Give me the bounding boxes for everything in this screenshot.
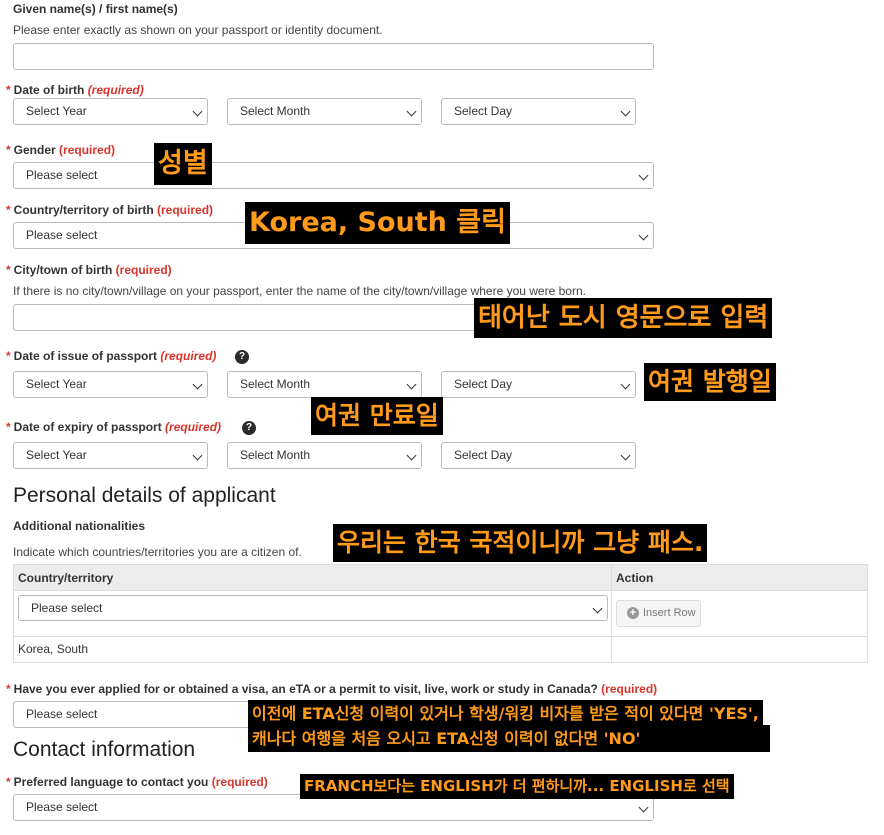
issue-month-select[interactable]: Select Month — [227, 371, 422, 398]
chevron-down-icon — [406, 106, 417, 117]
dob-day-select[interactable]: Select Day — [441, 98, 636, 125]
chevron-down-icon — [592, 603, 603, 614]
table-cell-country: Korea, South — [14, 637, 612, 662]
expiry-year-select[interactable]: Select Year — [13, 442, 208, 469]
help-question-icon[interactable]: ? — [242, 421, 256, 435]
column-header-country: Country/territory — [14, 565, 612, 590]
city-birth-help: If there is no city/town/village on your… — [13, 284, 586, 298]
column-header-action: Action — [616, 571, 654, 585]
annotation-country: Korea, South 클릭 — [245, 202, 510, 244]
additional-nationalities-label: Additional nationalities — [13, 519, 146, 533]
gender-select[interactable]: Please select — [13, 162, 654, 189]
expiry-day-select[interactable]: Select Day — [441, 442, 636, 469]
chevron-down-icon — [620, 379, 631, 390]
chevron-down-icon — [620, 106, 631, 117]
city-birth-label: * City/town of birth (required) — [6, 263, 172, 277]
plus-circle-icon: + — [627, 607, 639, 619]
table-header: Country/territory Action — [14, 565, 867, 591]
insert-row-button[interactable]: + Insert Row — [616, 600, 701, 627]
dob-year-select[interactable]: Select Year — [13, 98, 208, 125]
dob-label: * Date of birth (required) — [6, 83, 144, 97]
given-names-input[interactable] — [13, 43, 654, 70]
chevron-down-icon — [638, 802, 649, 813]
chevron-down-icon — [192, 450, 203, 461]
help-question-icon[interactable]: ? — [235, 350, 249, 364]
table-row: Please select + Insert Row — [14, 591, 867, 637]
chevron-down-icon — [620, 450, 631, 461]
annotation-gender: 성별 — [154, 143, 212, 185]
chevron-down-icon — [406, 379, 417, 390]
expiry-date-label: * Date of expiry of passport (required) — [6, 420, 222, 434]
issue-year-select[interactable]: Select Year — [13, 371, 208, 398]
gender-label: * Gender (required) — [6, 143, 116, 157]
country-birth-label: * Country/territory of birth (required) — [6, 203, 214, 217]
personal-details-heading: Personal details of applicant — [13, 484, 276, 507]
annotation-issue: 여권 발행일 — [644, 363, 776, 401]
chevron-down-icon — [406, 450, 417, 461]
issue-day-select[interactable]: Select Day — [441, 371, 636, 398]
table-row: Korea, South — [14, 637, 867, 662]
annotation-nationality: 우리는 한국 국적이니까 그냥 패스. — [333, 524, 708, 562]
annotation-visa-line2: 캐나다 여행을 처음 오시고 ETA신청 이력이 없다면 'NO' — [248, 725, 771, 752]
dob-month-select[interactable]: Select Month — [227, 98, 422, 125]
contact-heading: Contact information — [13, 738, 196, 761]
issue-date-label: * Date of issue of passport (required) — [6, 349, 217, 363]
chevron-down-icon — [192, 379, 203, 390]
language-label: * Preferred language to contact you (requ… — [6, 775, 268, 789]
required-star: * — [6, 83, 11, 97]
annotation-city: 태어난 도시 영문으로 입력 — [474, 298, 773, 338]
annotation-language: FRANCH보다는 ENGLISH가 더 편하니까... ENGLISH로 선택 — [300, 774, 734, 799]
given-names-label: Given name(s) / first name(s) — [13, 2, 178, 16]
chevron-down-icon — [638, 230, 649, 241]
visa-question-label: * Have you ever applied for or obtained a… — [6, 682, 658, 696]
expiry-month-select[interactable]: Select Month — [227, 442, 422, 469]
chevron-down-icon — [638, 170, 649, 181]
annotation-expiry: 여권 만료일 — [311, 397, 443, 435]
nationalities-help: Indicate which countries/territories you… — [13, 545, 302, 559]
annotation-visa-line1: 이전에 ETA신청 이력이 있거나 학생/워킹 비자를 받은 적이 있다면 'Y… — [248, 700, 763, 727]
nationalities-table: Country/territory Action Please select +… — [13, 564, 868, 663]
given-names-help: Please enter exactly as shown on your pa… — [13, 23, 383, 37]
chevron-down-icon — [192, 106, 203, 117]
nationality-select[interactable]: Please select — [18, 595, 608, 621]
